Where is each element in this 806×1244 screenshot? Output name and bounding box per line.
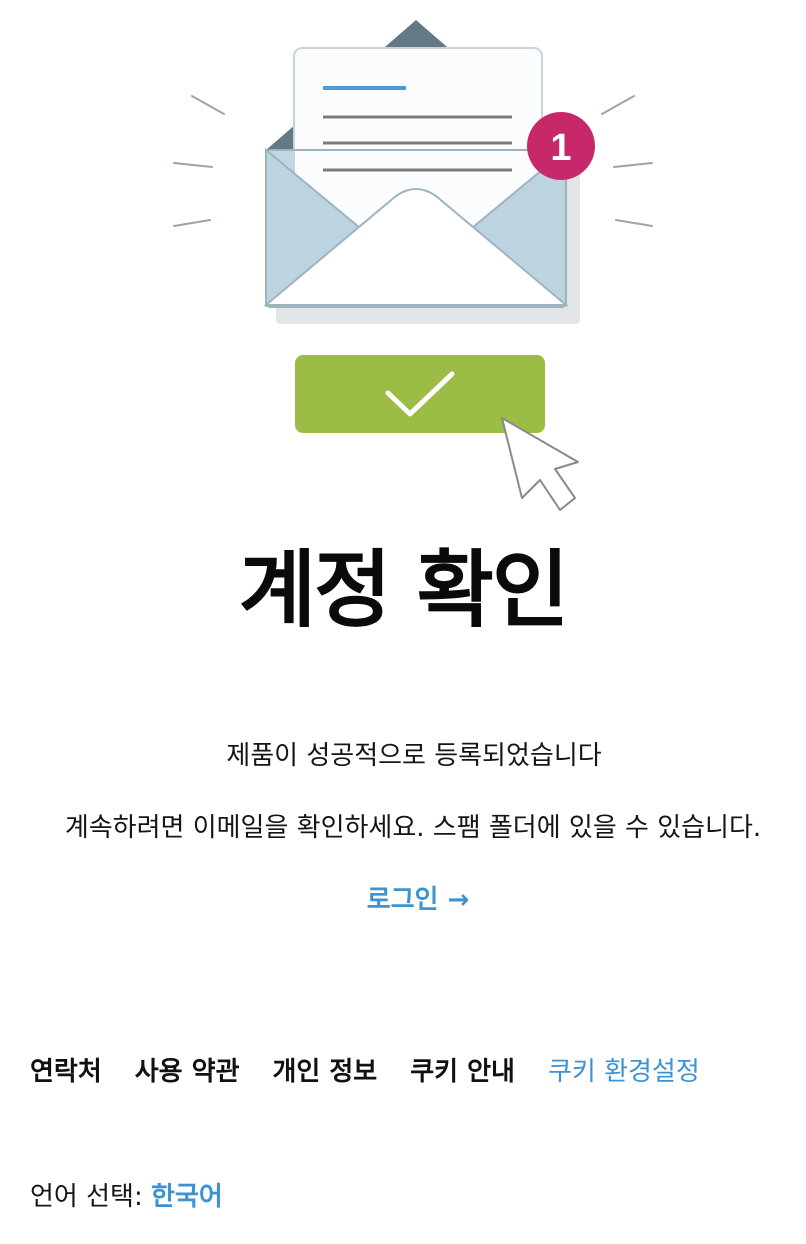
- footer-link-terms[interactable]: 사용 약관: [135, 1053, 240, 1091]
- footer-link-privacy[interactable]: 개인 정보: [273, 1053, 378, 1091]
- notification-badge: 1: [527, 112, 595, 180]
- language-selector: 언어 선택: 한국어: [30, 1178, 223, 1216]
- ray-lines-right: [601, 95, 653, 227]
- footer-link-cookie-settings[interactable]: 쿠키 환경설정: [548, 1053, 700, 1091]
- page-title: 계정 확인: [238, 541, 569, 639]
- email-confirmation-illustration: 1: [173, 20, 653, 511]
- language-label: 언어 선택:: [30, 1182, 143, 1212]
- registration-success-message: 제품이 성공적으로 등록되었습니다: [226, 741, 602, 771]
- login-link[interactable]: 로그인 →: [0, 882, 806, 918]
- ray-lines-left: [173, 95, 225, 227]
- notification-count: 1: [550, 127, 571, 169]
- footer-link-contact[interactable]: 연락처: [30, 1053, 102, 1091]
- language-value-link[interactable]: 한국어: [151, 1182, 223, 1212]
- check-email-message: 계속하려면 이메일을 확인하세요. 스팸 폴더에 있을 수 있습니다.: [64, 813, 762, 843]
- footer-link-cookies[interactable]: 쿠키 안내: [410, 1053, 515, 1091]
- footer-links: 연락처 사용 약관 개인 정보 쿠키 안내 쿠키 환경설정: [30, 1053, 700, 1091]
- envelope-icon: [263, 20, 580, 324]
